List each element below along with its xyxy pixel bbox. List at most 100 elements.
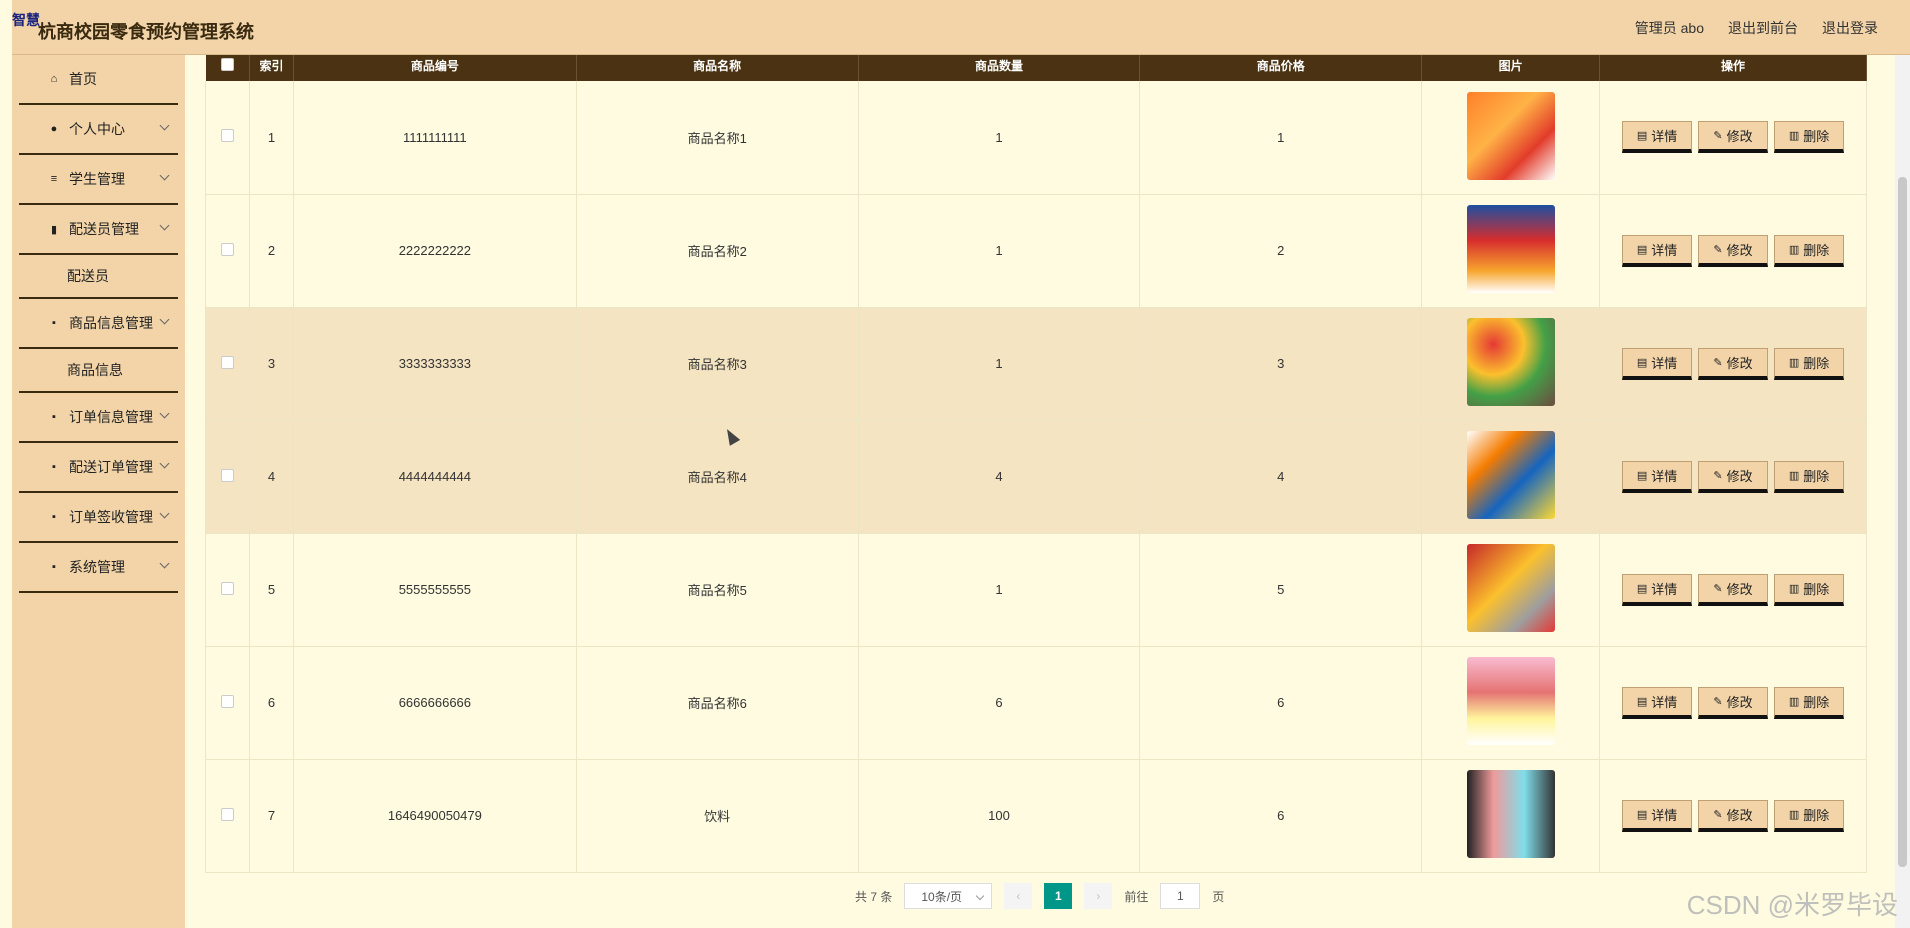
trash-icon: ▥ (1788, 469, 1800, 482)
edit-label: 修改 (1726, 129, 1753, 145)
row-select[interactable] (205, 533, 250, 646)
select-all-header[interactable] (205, 55, 250, 81)
row-checkbox[interactable] (220, 468, 234, 482)
sidebar-item-courier-mgmt[interactable]: ▮ 配送员管理 (19, 205, 178, 255)
product-image (1466, 770, 1555, 858)
sidebar-item-student[interactable]: ≡ 学生管理 (19, 155, 178, 205)
product-image (1466, 431, 1555, 519)
row-select[interactable] (205, 646, 250, 759)
row-checkbox[interactable] (220, 242, 234, 256)
cell-actions: ▤ 详情 ✎ 修改 ▥ 删除 (1599, 194, 1867, 307)
col-image: 图片 (1421, 55, 1601, 81)
goods-table: 索引 商品编号 商品名称 商品数量 商品价格 图片 操作 1 1111111111… (205, 55, 1867, 873)
edit-button[interactable]: ✎ 修改 (1698, 234, 1769, 267)
goto-page-input[interactable]: 1 (1160, 883, 1201, 909)
row-select[interactable] (205, 81, 250, 194)
cell-qty: 1 (857, 533, 1141, 646)
edit-button[interactable]: ✎ 修改 (1698, 686, 1769, 719)
page-size-select[interactable]: 10条/页 (904, 883, 993, 909)
delete-button[interactable]: ▥ 删除 (1774, 234, 1845, 267)
cell-actions: ▤ 详情 ✎ 修改 ▥ 删除 (1599, 533, 1867, 646)
sidebar-item-sign-mgmt[interactable]: ▪ 订单签收管理 (19, 493, 178, 543)
cell-name: 商品名称1 (575, 81, 859, 194)
front-link[interactable]: 退出到前台 (1728, 18, 1798, 38)
header-actions: 管理员 abo 退出到前台 退出登录 (1635, 18, 1878, 38)
cell-image (1421, 81, 1601, 194)
cell-image (1421, 420, 1601, 533)
edit-button[interactable]: ✎ 修改 (1698, 121, 1769, 154)
sidebar-subitem-courier[interactable]: 配送员 (19, 255, 178, 299)
cell-qty: 1 (857, 307, 1141, 420)
sidebar-item-label: 配送员管理 (69, 221, 139, 237)
goto-suffix: 页 (1212, 889, 1225, 904)
cell-price: 6 (1139, 759, 1423, 872)
cell-index: 3 (248, 307, 294, 420)
chevron-down-icon (159, 558, 170, 569)
row-checkbox[interactable] (220, 355, 234, 369)
cell-actions: ▤ 详情 ✎ 修改 ▥ 删除 (1599, 646, 1867, 759)
cell-index: 1 (248, 81, 294, 194)
edit-button[interactable]: ✎ 修改 (1698, 460, 1769, 493)
row-select[interactable] (205, 759, 250, 872)
delete-button[interactable]: ▥ 删除 (1774, 573, 1845, 606)
detail-button[interactable]: ▤ 详情 (1622, 347, 1693, 380)
row-checkbox[interactable] (220, 694, 234, 708)
logout-link[interactable]: 退出登录 (1822, 18, 1878, 38)
product-image (1466, 318, 1555, 406)
delete-button[interactable]: ▥ 删除 (1774, 799, 1845, 832)
row-select[interactable] (205, 420, 250, 533)
product-image (1466, 205, 1555, 293)
cell-code: 6666666666 (292, 646, 577, 759)
sidebar-item-label: 首页 (69, 71, 97, 87)
row-checkbox[interactable] (220, 581, 234, 595)
document-icon: ▤ (1636, 356, 1648, 369)
col-code: 商品编号 (293, 55, 577, 81)
page-button-1[interactable]: 1 (1044, 883, 1073, 909)
row-checkbox[interactable] (220, 129, 234, 143)
edit-button[interactable]: ✎ 修改 (1698, 347, 1769, 380)
table-row: 7 1646490050479 饮料 100 6 ▤ 详情 ✎ 修改 ▥ 删除 (205, 759, 1867, 872)
detail-label: 详情 (1651, 129, 1678, 145)
delete-button[interactable]: ▥ 删除 (1774, 460, 1845, 493)
detail-button[interactable]: ▤ 详情 (1622, 573, 1693, 606)
scrollbar[interactable] (1895, 55, 1910, 928)
next-page-button[interactable]: › (1084, 883, 1113, 909)
sidebar-subitem-goods[interactable]: 商品信息 (19, 349, 178, 393)
edit-button[interactable]: ✎ 修改 (1698, 573, 1769, 606)
cell-qty: 6 (857, 646, 1141, 759)
detail-button[interactable]: ▤ 详情 (1622, 121, 1693, 154)
edit-button[interactable]: ✎ 修改 (1698, 799, 1769, 832)
detail-button[interactable]: ▤ 详情 (1622, 799, 1693, 832)
select-all-checkbox[interactable] (220, 58, 234, 72)
col-qty: 商品数量 (858, 55, 1141, 81)
row-checkbox[interactable] (220, 807, 234, 821)
delete-button[interactable]: ▥ 删除 (1774, 686, 1845, 719)
sidebar: ⌂ 首页 ● 个人中心 ≡ 学生管理 ▮ 配送员管理 配送员 ▪ 商品信息管理 … (12, 55, 185, 928)
cell-price: 4 (1139, 420, 1423, 533)
chevron-down-icon (159, 508, 170, 519)
cell-image (1421, 759, 1601, 872)
sidebar-item-order-mgmt[interactable]: ▪ 订单信息管理 (19, 393, 178, 443)
delete-button[interactable]: ▥ 删除 (1774, 347, 1845, 380)
detail-label: 详情 (1651, 807, 1678, 823)
trash-icon: ▥ (1788, 808, 1800, 821)
sidebar-item-system[interactable]: ▪ 系统管理 (19, 543, 178, 593)
cell-name: 商品名称5 (575, 533, 859, 646)
sidebar-item-home[interactable]: ⌂ 首页 (19, 55, 178, 105)
sidebar-item-delivery-order[interactable]: ▪ 配送订单管理 (19, 443, 178, 493)
detail-button[interactable]: ▤ 详情 (1622, 234, 1693, 267)
prev-page-button[interactable]: ‹ (1004, 883, 1033, 909)
detail-button[interactable]: ▤ 详情 (1622, 686, 1693, 719)
cell-actions: ▤ 详情 ✎ 修改 ▥ 删除 (1599, 420, 1867, 533)
detail-button[interactable]: ▤ 详情 (1622, 460, 1693, 493)
sidebar-item-personal[interactable]: ● 个人中心 (19, 105, 178, 155)
scrollbar-thumb[interactable] (1898, 177, 1907, 867)
row-select[interactable] (205, 307, 250, 420)
row-select[interactable] (205, 194, 250, 307)
pencil-icon: ✎ (1713, 808, 1723, 821)
table-row: 5 5555555555 商品名称5 1 5 ▤ 详情 ✎ 修改 ▥ 删除 (205, 533, 1867, 646)
sidebar-item-label: 订单信息管理 (69, 409, 153, 425)
trash-icon: ▥ (1788, 582, 1800, 595)
delete-button[interactable]: ▥ 删除 (1774, 121, 1845, 154)
sidebar-item-goods-mgmt[interactable]: ▪ 商品信息管理 (19, 299, 178, 349)
